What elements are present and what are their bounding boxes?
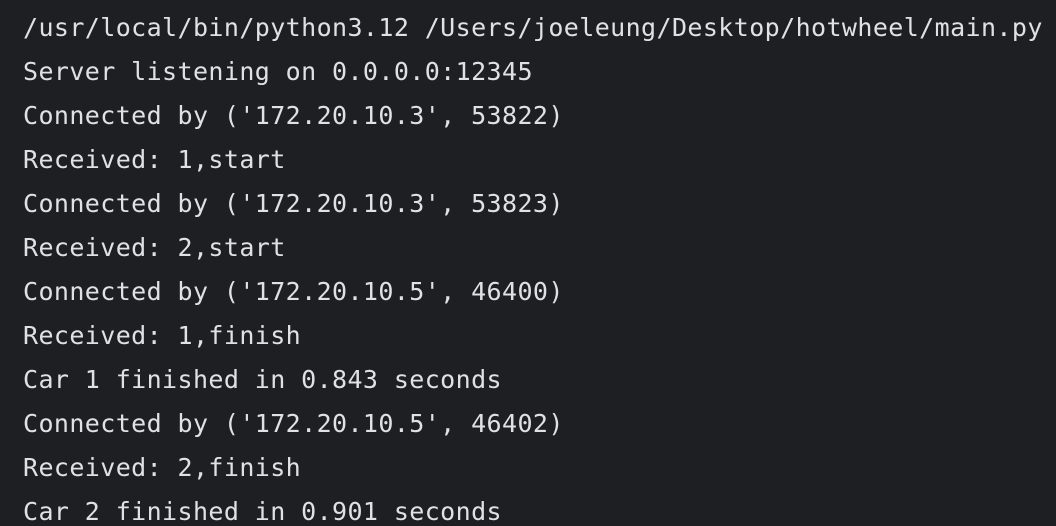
console-line: Received: 1,finish [23, 321, 302, 350]
run-console-output[interactable]: /usr/local/bin/python3.12 /Users/joeleun… [0, 0, 1056, 526]
console-line: Received: 1,start [23, 145, 286, 174]
console-line: Received: 2,start [23, 233, 286, 262]
console-line: Received: 2,finish [23, 453, 302, 482]
console-line: Car 1 finished in 0.843 seconds [23, 365, 502, 394]
console-line: Connected by ('172.20.10.3', 53822) [23, 101, 564, 130]
console-line: Server listening on 0.0.0.0:12345 [23, 57, 533, 86]
console-command-line: /usr/local/bin/python3.12 /Users/joeleun… [23, 13, 1043, 42]
console-line: Car 2 finished in 0.901 seconds [23, 497, 502, 526]
console-line: Connected by ('172.20.10.5', 46402) [23, 409, 564, 438]
console-line: Connected by ('172.20.10.5', 46400) [23, 277, 564, 306]
console-line: Connected by ('172.20.10.3', 53823) [23, 189, 564, 218]
